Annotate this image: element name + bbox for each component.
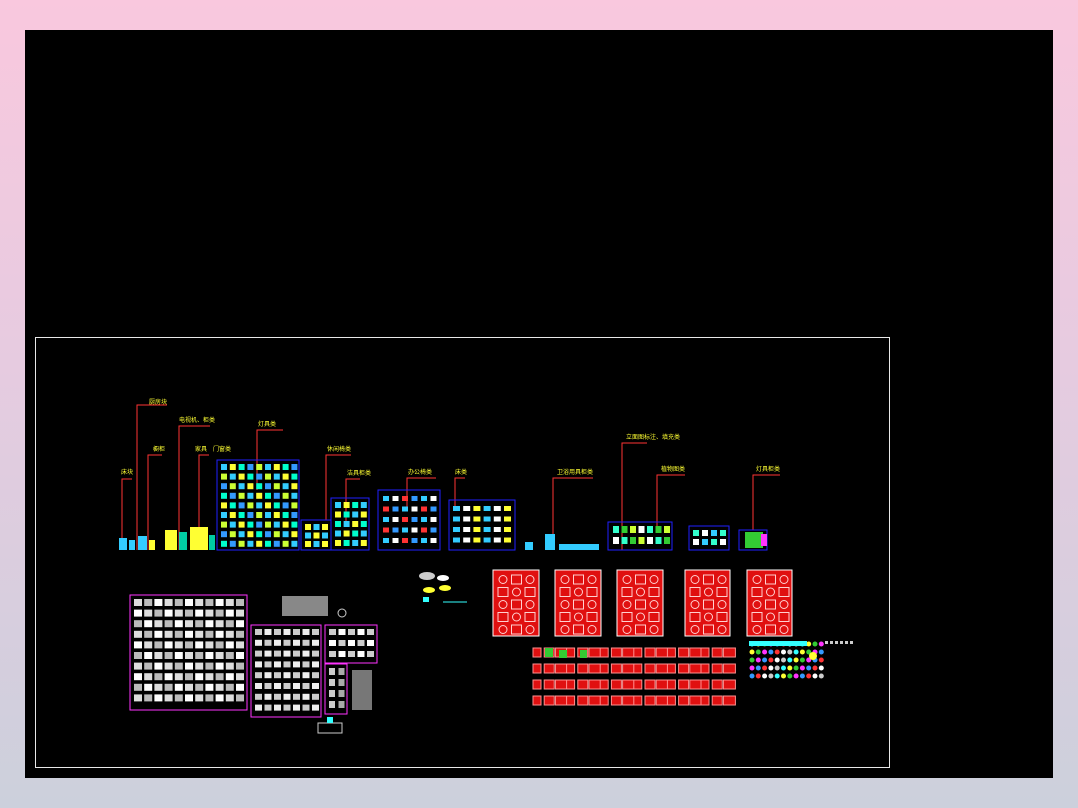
color-swatch-grid	[749, 641, 853, 679]
lamp-grid	[221, 464, 298, 547]
label-bath-fixtures: 卫浴用具柜类	[557, 468, 593, 476]
label-tv-cabinet: 电视机、柜类	[179, 416, 215, 424]
label-doors-windows: 门窗类	[213, 445, 231, 453]
label-furniture: 家具	[195, 445, 207, 453]
block-row-lower-left	[129, 594, 378, 734]
label-lamps: 灯具类	[258, 420, 276, 428]
red-tile-grid	[532, 647, 736, 706]
plant-grid	[613, 526, 726, 545]
label-elevation-annotation: 立面图标注、填充类	[626, 433, 680, 441]
small-yellow-blocks	[419, 572, 467, 603]
drawing-content: 床块 厨房块 橱柜 电视机、柜类 家具 门窗类 灯具类 休闲椅类 洁具柜类 办公…	[119, 398, 853, 734]
red-pattern-panels	[492, 569, 793, 637]
label-plants: 植物图类	[661, 465, 685, 473]
leader-lines	[121, 404, 780, 550]
label-lamp-cabinet: 灯具柜类	[756, 465, 780, 473]
label-leisure-chairs: 休闲椅类	[327, 445, 351, 453]
label-sanitary-cabinet: 洁具柜类	[347, 469, 371, 477]
block-row-upper	[119, 459, 768, 551]
cad-drawing-canvas[interactable]: 床块 厨房块 橱柜 电视机、柜类 家具 门窗类 灯具类 休闲椅类 洁具柜类 办公…	[25, 30, 1053, 778]
label-beds: 床类	[455, 468, 467, 476]
chair-grid	[305, 502, 367, 547]
label-office-chairs: 办公椅类	[408, 468, 432, 476]
label-bed-block: 床块	[121, 468, 133, 476]
label-kitchen-block: 厨房块	[149, 398, 167, 406]
magenta-block-grid	[134, 599, 374, 711]
office-grid	[383, 496, 437, 543]
label-cabinet: 橱柜	[153, 445, 165, 453]
bed-grid	[453, 506, 511, 543]
